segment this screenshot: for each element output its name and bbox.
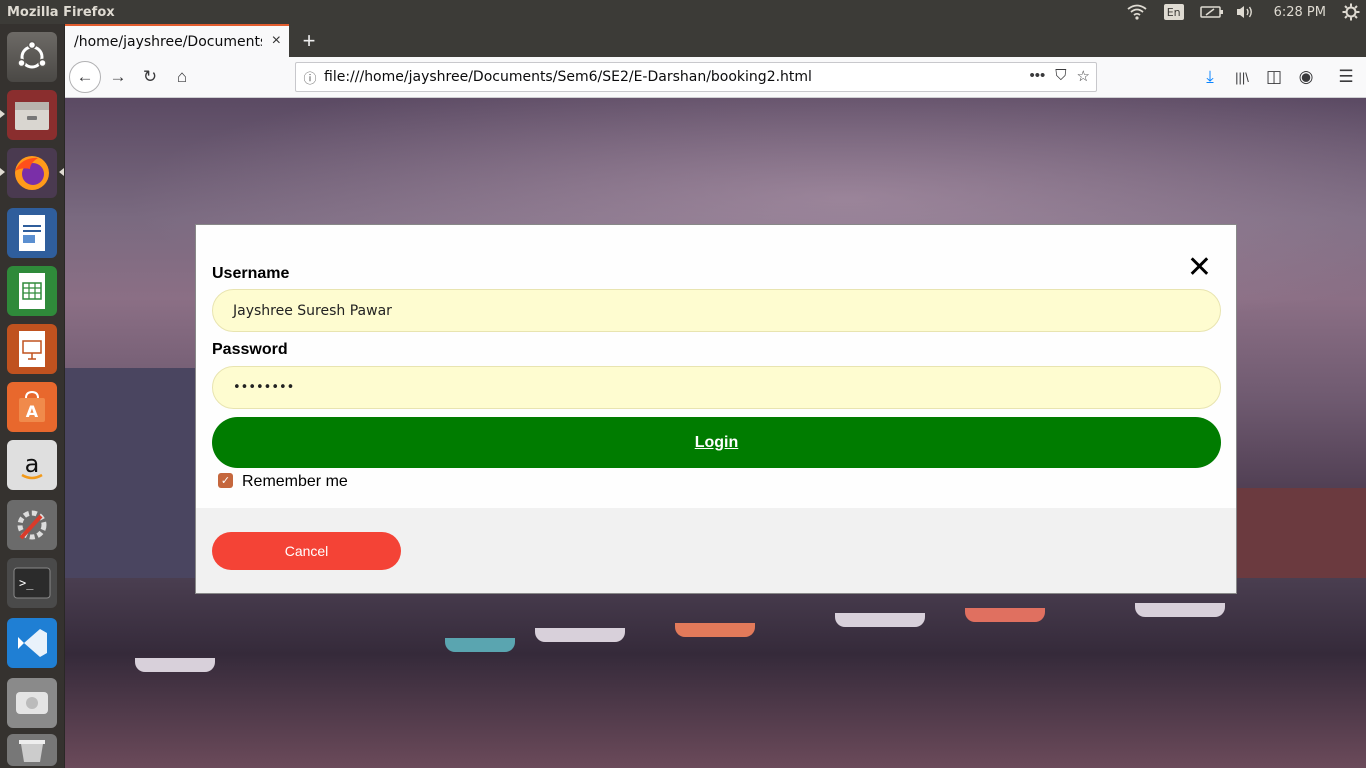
calc-icon[interactable] bbox=[7, 266, 57, 316]
ubuntu-dash-icon[interactable] bbox=[7, 32, 57, 82]
tab-close-icon[interactable]: × bbox=[272, 32, 281, 50]
volume-icon[interactable] bbox=[1230, 0, 1260, 24]
tab-bar: /home/jayshree/Documents/Sem6/SE2/E-Dars… bbox=[65, 24, 1366, 57]
account-icon[interactable]: ◉ bbox=[1291, 62, 1321, 92]
page-viewport: ✕ Username Jayshree Suresh Pawar Passwor… bbox=[65, 98, 1366, 768]
username-label: Username bbox=[212, 265, 290, 282]
bookmark-star-icon[interactable]: ☆ bbox=[1077, 67, 1090, 85]
sidebar-icon[interactable]: ◫ bbox=[1259, 62, 1289, 92]
indicator-area: En 6:28 PM bbox=[1120, 0, 1366, 24]
navigation-bar: ← → ↻ ⌂ ⓘ file:///home/jayshree/Document… bbox=[65, 57, 1366, 98]
url-text[interactable]: file:///home/jayshree/Documents/Sem6/SE2… bbox=[324, 69, 812, 85]
background-boat bbox=[965, 608, 1045, 622]
impress-icon[interactable] bbox=[7, 324, 57, 374]
trash-icon[interactable] bbox=[7, 734, 57, 766]
background-boat bbox=[1135, 603, 1225, 617]
modal-footer: Cancel bbox=[196, 508, 1236, 593]
software-center-icon[interactable]: A bbox=[7, 382, 57, 432]
firefox-icon[interactable] bbox=[7, 148, 57, 198]
menu-icon[interactable]: ☰ bbox=[1331, 62, 1361, 92]
cancel-button[interactable]: Cancel bbox=[212, 532, 401, 570]
remember-me-checkbox[interactable]: ✓ bbox=[218, 472, 233, 488]
files-icon[interactable] bbox=[7, 90, 57, 140]
unity-launcher: A a >_ bbox=[0, 24, 65, 768]
site-info-icon[interactable]: ⓘ bbox=[296, 68, 324, 87]
vscode-icon[interactable] bbox=[7, 618, 57, 668]
login-modal: ✕ Username Jayshree Suresh Pawar Passwor… bbox=[195, 224, 1237, 594]
forward-button[interactable]: → bbox=[103, 62, 133, 92]
system-settings-icon[interactable] bbox=[7, 500, 57, 550]
focused-indicator bbox=[59, 168, 64, 176]
system-gear-icon[interactable] bbox=[1336, 0, 1366, 24]
amazon-icon[interactable]: a bbox=[7, 440, 57, 490]
background-building bbox=[65, 368, 195, 588]
battery-icon[interactable] bbox=[1194, 0, 1230, 24]
close-icon[interactable]: ✕ bbox=[1187, 253, 1212, 283]
password-input[interactable]: •••••••• bbox=[212, 366, 1221, 409]
svg-text:A: A bbox=[26, 402, 39, 421]
remember-me-label: Remember me bbox=[242, 473, 348, 490]
url-bar[interactable]: ⓘ file:///home/jayshree/Documents/Sem6/S… bbox=[295, 62, 1097, 92]
page-actions-icon[interactable]: ••• bbox=[1030, 67, 1046, 85]
new-tab-button[interactable]: + bbox=[295, 27, 323, 55]
background-boat bbox=[835, 613, 925, 627]
top-panel: Mozilla Firefox En 6:28 PM bbox=[0, 0, 1366, 24]
reload-button[interactable]: ↻ bbox=[135, 62, 165, 92]
back-button[interactable]: ← bbox=[69, 61, 101, 93]
running-indicator bbox=[0, 168, 5, 176]
home-button[interactable]: ⌂ bbox=[167, 62, 197, 92]
background-boat bbox=[445, 638, 515, 652]
login-button[interactable]: Login bbox=[212, 417, 1221, 468]
library-icon[interactable]: |||\ bbox=[1227, 62, 1257, 92]
clock[interactable]: 6:28 PM bbox=[1274, 0, 1326, 24]
password-label: Password bbox=[212, 341, 288, 358]
url-actions: ••• ⛉ ☆ bbox=[1030, 67, 1090, 85]
remember-me[interactable]: ✓ Remember me bbox=[218, 472, 348, 491]
writer-icon[interactable] bbox=[7, 208, 57, 258]
username-input[interactable]: Jayshree Suresh Pawar bbox=[212, 289, 1221, 332]
active-app-title: Mozilla Firefox bbox=[7, 4, 115, 20]
pocket-icon[interactable]: ⛉ bbox=[1055, 67, 1066, 85]
wifi-icon[interactable] bbox=[1120, 0, 1154, 24]
tab-title: /home/jayshree/Documents/Sem6/SE2/E-Dars… bbox=[74, 33, 262, 50]
terminal-icon[interactable]: >_ bbox=[7, 558, 57, 608]
downloads-icon[interactable]: ⤓ bbox=[1195, 62, 1225, 92]
background-boat bbox=[135, 658, 215, 672]
running-indicator bbox=[0, 110, 5, 118]
background-boat bbox=[535, 628, 625, 642]
svg-text:>_: >_ bbox=[19, 576, 34, 590]
tab-booking2[interactable]: /home/jayshree/Documents/Sem6/SE2/E-Dars… bbox=[65, 24, 289, 57]
background-building bbox=[1235, 488, 1366, 588]
svg-text:a: a bbox=[25, 450, 40, 478]
keyboard-layout-indicator[interactable]: En bbox=[1163, 4, 1184, 20]
disk-icon[interactable] bbox=[7, 678, 57, 728]
background-boat bbox=[675, 623, 755, 637]
